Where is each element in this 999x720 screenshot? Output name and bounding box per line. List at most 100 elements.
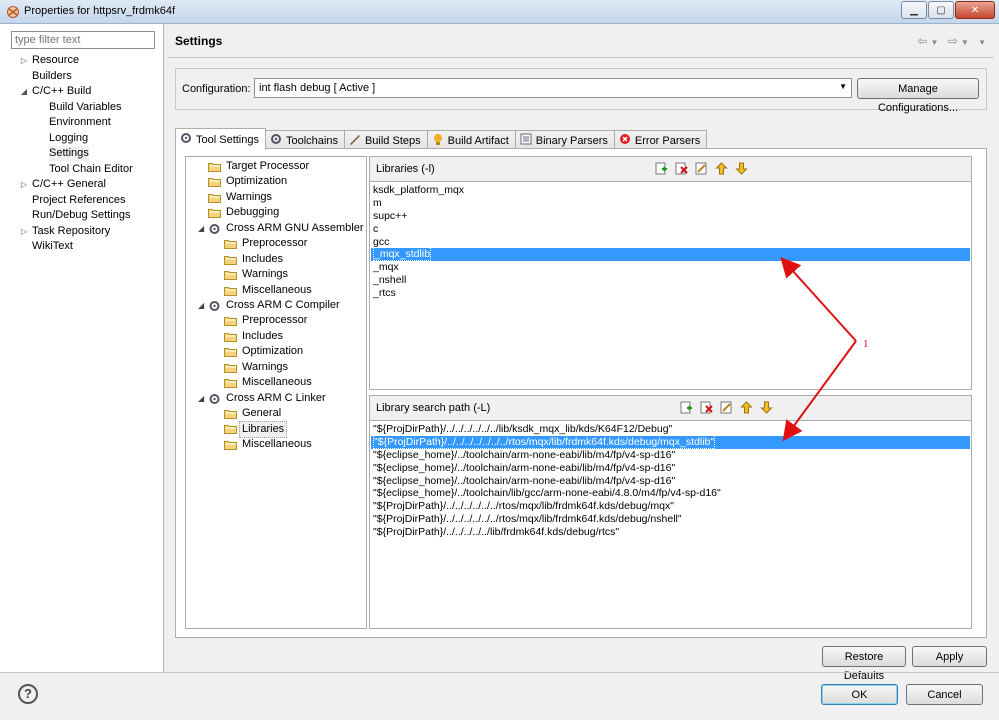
nav-item-build-variables[interactable]: Build Variables (0, 100, 164, 116)
tool-tree-item[interactable]: Debugging (186, 205, 366, 220)
collapse-icon[interactable]: ◢ (19, 84, 29, 99)
expand-icon[interactable]: ▷ (19, 224, 29, 239)
forward-menu-icon[interactable]: ▼ (961, 38, 972, 47)
nav-item-task-repository[interactable]: ▷ Task Repository (0, 224, 164, 240)
view-menu-icon[interactable]: ▼ (978, 38, 989, 47)
nav-item-logging[interactable]: Logging (0, 131, 164, 147)
library-item[interactable]: ksdk_platform_mqx (371, 184, 970, 197)
option-folder-icon (208, 176, 221, 188)
nav-item-environment[interactable]: Environment (0, 115, 164, 131)
nav-item-label: WikiText (32, 240, 73, 252)
tool-tree-item[interactable]: Warnings (186, 190, 366, 205)
tool-tree-item[interactable]: Warnings (186, 267, 366, 282)
nav-item-builders[interactable]: Builders (0, 69, 164, 85)
history-arrows[interactable]: ⇦▼ ⇨▼ ▼ (917, 34, 989, 48)
nav-item-wikitext[interactable]: WikiText (0, 239, 164, 255)
tool-tree-item[interactable]: Target Processor (186, 159, 366, 174)
tool-tree-item[interactable]: Preprocessor (186, 236, 366, 251)
tool-tree-item[interactable]: Optimization (186, 174, 366, 189)
tab-tool-settings[interactable]: Tool Settings (175, 128, 266, 150)
libraries-list[interactable]: ksdk_platform_mqx m supc++ c gcc _mqx_stdlib _… (371, 184, 970, 300)
tool-tree-item[interactable]: ◢ Cross ARM C Compiler (186, 298, 366, 313)
move-up-icon[interactable] (740, 401, 753, 414)
library-path-item[interactable]: "${ProjDirPath}/../../../../../../lib/ks… (371, 423, 970, 436)
nav-item-c-c-general[interactable]: ▷ C/C++ General (0, 177, 164, 193)
tool-tree-item[interactable]: ◢ Cross ARM C Linker (186, 391, 366, 406)
library-item-text: _rtcs (373, 287, 396, 300)
back-icon[interactable]: ⇦ (917, 34, 930, 48)
tab-error-parsers[interactable]: Error Parsers (613, 130, 708, 150)
library-item[interactable]: _nshell (371, 274, 970, 287)
filter-input[interactable] (11, 31, 155, 49)
close-button[interactable]: ✕ (955, 1, 995, 19)
nav-item-project-references[interactable]: Project References (0, 193, 164, 209)
option-folder-icon (224, 238, 237, 250)
tool-tree-item[interactable]: Libraries (186, 421, 366, 439)
tool-tree-item[interactable]: Optimization (186, 344, 366, 359)
tool-tree-label: Includes (242, 329, 283, 342)
add-icon[interactable] (655, 162, 668, 175)
edit-icon[interactable] (720, 401, 733, 414)
move-up-icon[interactable] (715, 162, 728, 175)
nav-item-tool-chain-editor[interactable]: Tool Chain Editor (0, 162, 164, 178)
library-item[interactable]: m (371, 197, 970, 210)
collapse-icon[interactable]: ◢ (198, 298, 204, 313)
library-item[interactable]: _mqx_stdlib (371, 247, 970, 262)
apply-button[interactable]: Apply (912, 646, 987, 667)
tool-tree-label: Miscellaneous (242, 437, 312, 450)
library-path-item[interactable]: "${eclipse_home}/../toolchain/arm-none-e… (371, 462, 970, 475)
library-path-item[interactable]: "${eclipse_home}/../toolchain/lib/gcc/ar… (371, 487, 970, 500)
library-path-item[interactable]: "${ProjDirPath}/../../../../../../rtos/m… (371, 513, 970, 526)
tab-binary-parsers[interactable]: Binary Parsers (514, 130, 615, 150)
tool-tree-item[interactable]: Miscellaneous (186, 375, 366, 390)
tab-build-steps[interactable]: Build Steps (343, 130, 428, 150)
tool-tree-item[interactable]: General (186, 406, 366, 421)
library-search-path-list[interactable]: "${ProjDirPath}/../../../../../../lib/ks… (371, 423, 970, 539)
library-path-item[interactable]: "${eclipse_home}/../toolchain/arm-none-e… (371, 475, 970, 488)
nav-item-resource[interactable]: ▷ Resource (0, 53, 164, 69)
expand-icon[interactable]: ▷ (19, 177, 29, 192)
tool-tree-item[interactable]: Includes (186, 252, 366, 267)
edit-icon[interactable] (695, 162, 708, 175)
configuration-select[interactable]: int flash debug [ Active ] ▼ (254, 78, 852, 98)
tab-build-artifact[interactable]: Build Artifact (426, 130, 516, 150)
library-item[interactable]: supc++ (371, 210, 970, 223)
add-icon[interactable] (680, 401, 693, 414)
delete-icon[interactable] (700, 401, 713, 414)
tool-tree-item[interactable]: Warnings (186, 360, 366, 375)
library-item[interactable]: _rtcs (371, 287, 970, 300)
nav-item-run-debug-settings[interactable]: Run/Debug Settings (0, 208, 164, 224)
maximize-button[interactable]: ▢ (928, 1, 954, 19)
restore-defaults-button[interactable]: Restore Defaults (822, 646, 906, 682)
tool-tree-item[interactable]: Miscellaneous (186, 437, 366, 452)
tool-tree-item[interactable]: Miscellaneous (186, 283, 366, 298)
collapse-icon[interactable]: ◢ (198, 221, 204, 236)
configuration-label: Configuration: (182, 83, 251, 95)
minimize-button[interactable]: ▁ (901, 1, 927, 19)
library-item[interactable]: gcc (371, 236, 970, 249)
manage-configurations-button[interactable]: Manage Configurations... (857, 78, 979, 114)
collapse-icon[interactable]: ◢ (198, 391, 204, 406)
delete-icon[interactable] (675, 162, 688, 175)
move-down-icon[interactable] (735, 162, 748, 175)
library-item[interactable]: c (371, 223, 970, 236)
tool-tree-item[interactable]: Preprocessor (186, 313, 366, 328)
library-path-item[interactable]: "${ProjDirPath}/../../../../../lib/frdmk… (371, 526, 970, 539)
library-path-item[interactable]: "${ProjDirPath}/../../../../../../../rto… (371, 434, 970, 449)
tab-toolchains[interactable]: Toolchains (264, 130, 345, 150)
back-menu-icon[interactable]: ▼ (930, 38, 941, 47)
expand-icon[interactable]: ▷ (19, 53, 29, 68)
tool-settings-tree: Target Processor Optimization Warnings Debu… (185, 156, 367, 629)
nav-item-c-c-build[interactable]: ◢ C/C++ Build (0, 84, 164, 100)
nav-item-settings[interactable]: Settings (0, 146, 164, 162)
library-path-item[interactable]: "${eclipse_home}/../toolchain/arm-none-e… (371, 449, 970, 462)
move-down-icon[interactable] (760, 401, 773, 414)
tool-tree-item[interactable]: Includes (186, 329, 366, 344)
ok-button[interactable]: OK (821, 684, 898, 705)
library-path-item[interactable]: "${ProjDirPath}/../../../../../../rtos/m… (371, 500, 970, 513)
help-icon[interactable]: ? (18, 684, 38, 704)
forward-icon[interactable]: ⇨ (948, 34, 961, 48)
library-item[interactable]: _mqx (371, 261, 970, 274)
cancel-button[interactable]: Cancel (906, 684, 983, 705)
tool-tree-item[interactable]: ◢ Cross ARM GNU Assembler (186, 221, 366, 236)
